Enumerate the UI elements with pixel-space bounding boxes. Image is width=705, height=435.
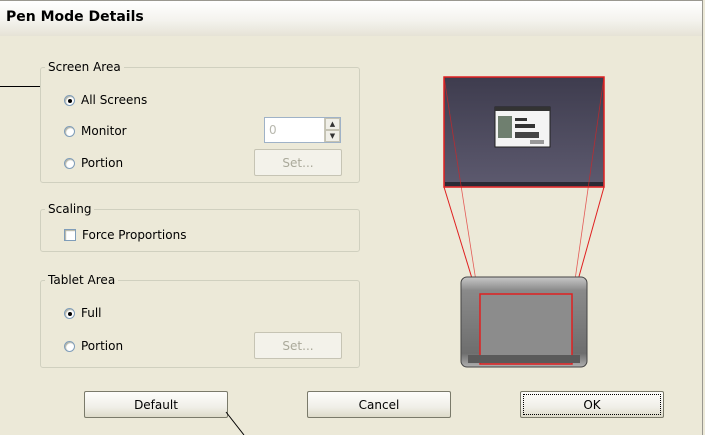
monitor-stepper[interactable]: 0 ▲ ▼ (264, 117, 341, 143)
radio-portion-tablet-indicator[interactable] (64, 340, 75, 352)
radio-portion-tablet-label: Portion (81, 339, 124, 353)
stepper-down-icon[interactable]: ▼ (325, 130, 340, 142)
radio-monitor-indicator[interactable] (64, 125, 75, 137)
force-proportions-checkbox[interactable]: Force Proportions (64, 228, 186, 242)
radio-full-indicator[interactable] (64, 307, 75, 319)
screen-area-label: Screen Area (45, 60, 124, 74)
radio-all-screens-indicator[interactable] (64, 94, 75, 106)
tablet-area-label: Tablet Area (45, 273, 119, 287)
force-proportions-label: Force Proportions (82, 228, 187, 242)
screen-set-button[interactable]: Set... (254, 149, 342, 176)
tablet-active-area (479, 293, 573, 365)
monitor-taskbar (445, 182, 603, 186)
scaling-label: Scaling (45, 202, 95, 216)
radio-full-label: Full (81, 306, 102, 320)
cancel-button[interactable]: Cancel (307, 391, 451, 418)
tablet-set-button[interactable]: Set... (254, 332, 342, 359)
ok-button[interactable]: OK (520, 391, 664, 418)
monitor-stepper-value[interactable]: 0 (269, 123, 277, 137)
callout-line-left (0, 86, 40, 87)
default-button[interactable]: Default (84, 391, 228, 418)
stepper-up-icon[interactable]: ▲ (325, 118, 340, 130)
radio-portion-screen-label: Portion (81, 156, 124, 170)
radio-full[interactable]: Full (64, 306, 102, 320)
force-proportions-box[interactable] (64, 229, 76, 241)
radio-monitor[interactable]: Monitor (64, 124, 127, 138)
window-title: Pen Mode Details (6, 9, 144, 25)
monitor-stepper-arrows: ▲ ▼ (324, 118, 340, 142)
title-bar: Pen Mode Details (0, 0, 703, 36)
radio-monitor-label: Monitor (81, 124, 127, 138)
radio-all-screens[interactable]: All Screens (64, 93, 147, 107)
callout-line-bottom (225, 411, 245, 435)
radio-portion-screen[interactable]: Portion (64, 156, 123, 170)
radio-portion-screen-indicator[interactable] (64, 157, 75, 169)
dialog-body: Screen Area All Screens Monitor 0 ▲ ▼ Po… (0, 36, 703, 435)
radio-all-screens-label: All Screens (81, 93, 148, 107)
mapping-preview (443, 76, 605, 368)
radio-portion-tablet[interactable]: Portion (64, 339, 123, 353)
